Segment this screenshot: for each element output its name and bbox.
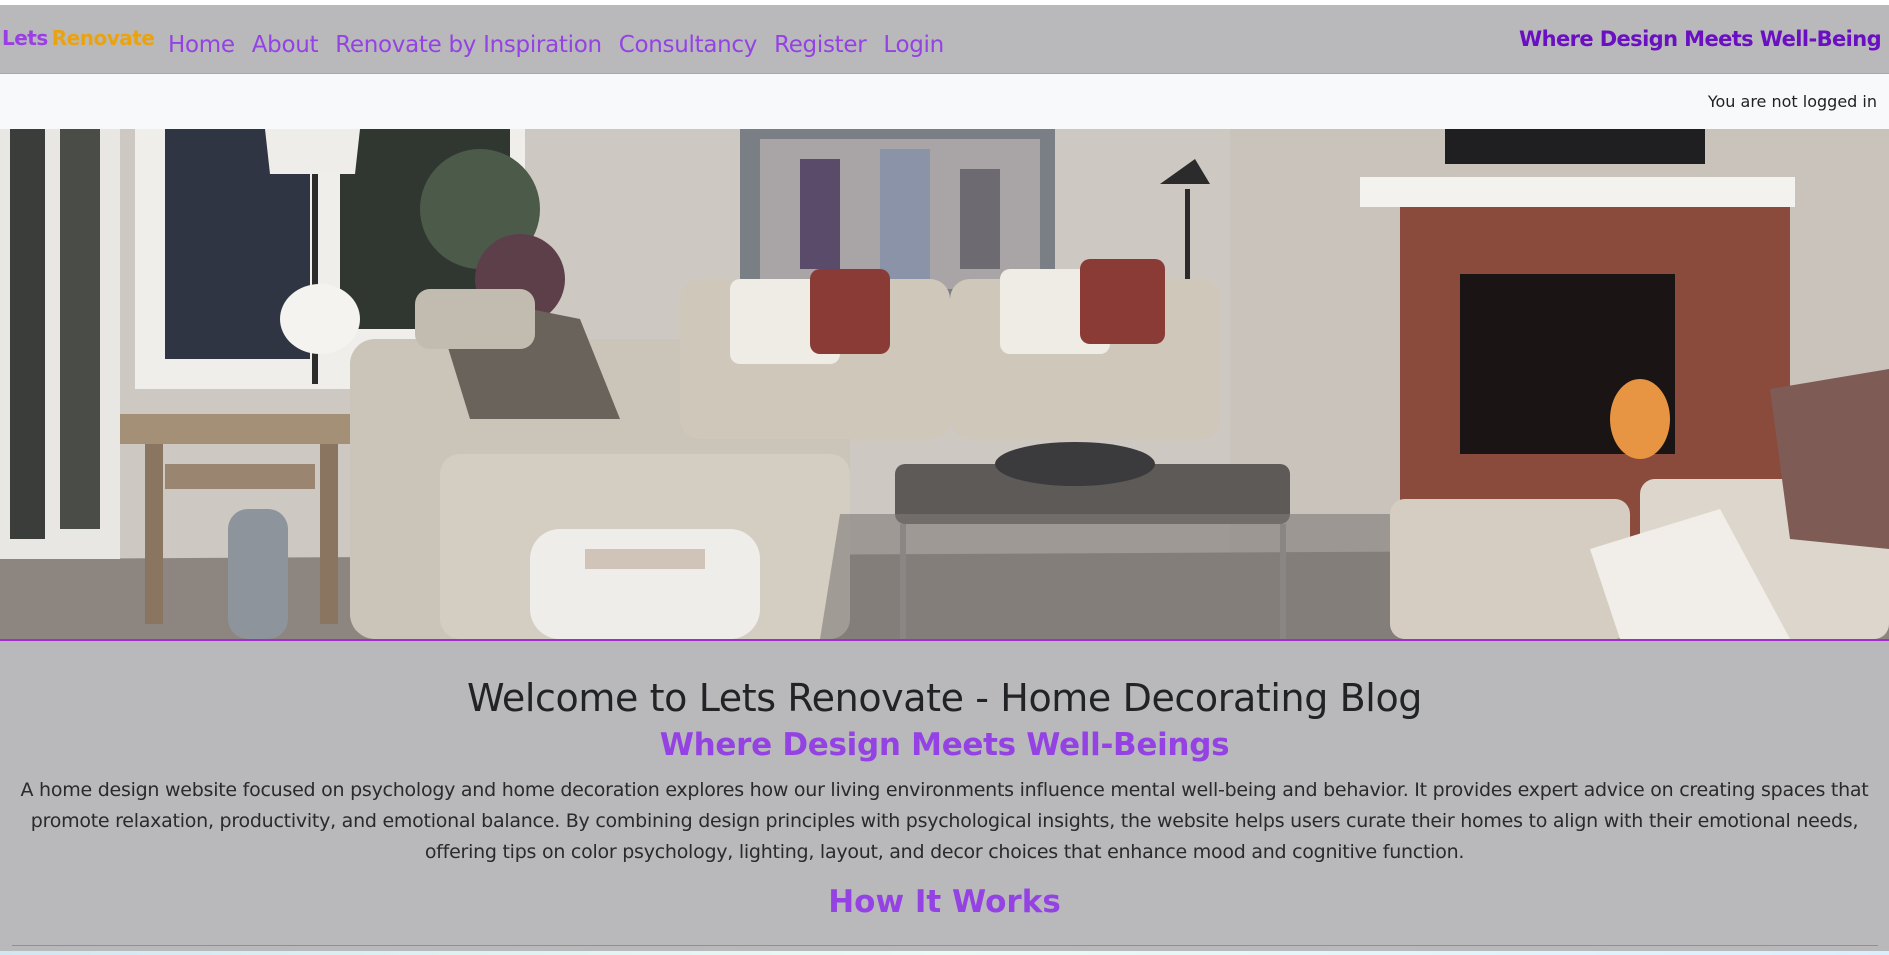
navbar: Lets Renovate Home About Renovate by Insp… (0, 5, 1889, 74)
page-title: Welcome to Lets Renovate - Home Decorati… (466, 676, 1423, 720)
login-status-text: You are not logged in (1707, 92, 1877, 111)
nav-link-home[interactable]: Home (168, 25, 235, 65)
page-subtitle: Where Design Meets Well-Beings (659, 727, 1230, 763)
brand-lets: Lets (2, 26, 48, 50)
bottom-edge (0, 951, 1889, 955)
nav-link-consultancy[interactable]: Consultancy (619, 25, 758, 65)
main-content: Welcome to Lets Renovate - Home Decorati… (0, 641, 1889, 924)
navbar-tagline: Where Design Meets Well-Being (1519, 27, 1882, 51)
nav-link-renovate-by-inspiration[interactable]: Renovate by Inspiration (335, 25, 602, 65)
how-it-works-heading: How It Works (828, 884, 1061, 920)
nav-link-login[interactable]: Login (883, 25, 944, 65)
nav-link-about[interactable]: About (252, 25, 319, 65)
hero-image (0, 129, 1889, 641)
brand-renovate: Renovate (51, 26, 155, 50)
intro-paragraph: A home design website focused on psychol… (20, 779, 1869, 863)
living-room-photo (0, 129, 1889, 639)
login-status-bar: You are not logged in (0, 74, 1889, 129)
brand-logo[interactable]: Lets Renovate (2, 26, 155, 50)
section-divider (12, 945, 1878, 946)
nav-links: Home About Renovate by Inspiration Consu… (168, 25, 961, 65)
nav-link-register[interactable]: Register (774, 25, 867, 65)
